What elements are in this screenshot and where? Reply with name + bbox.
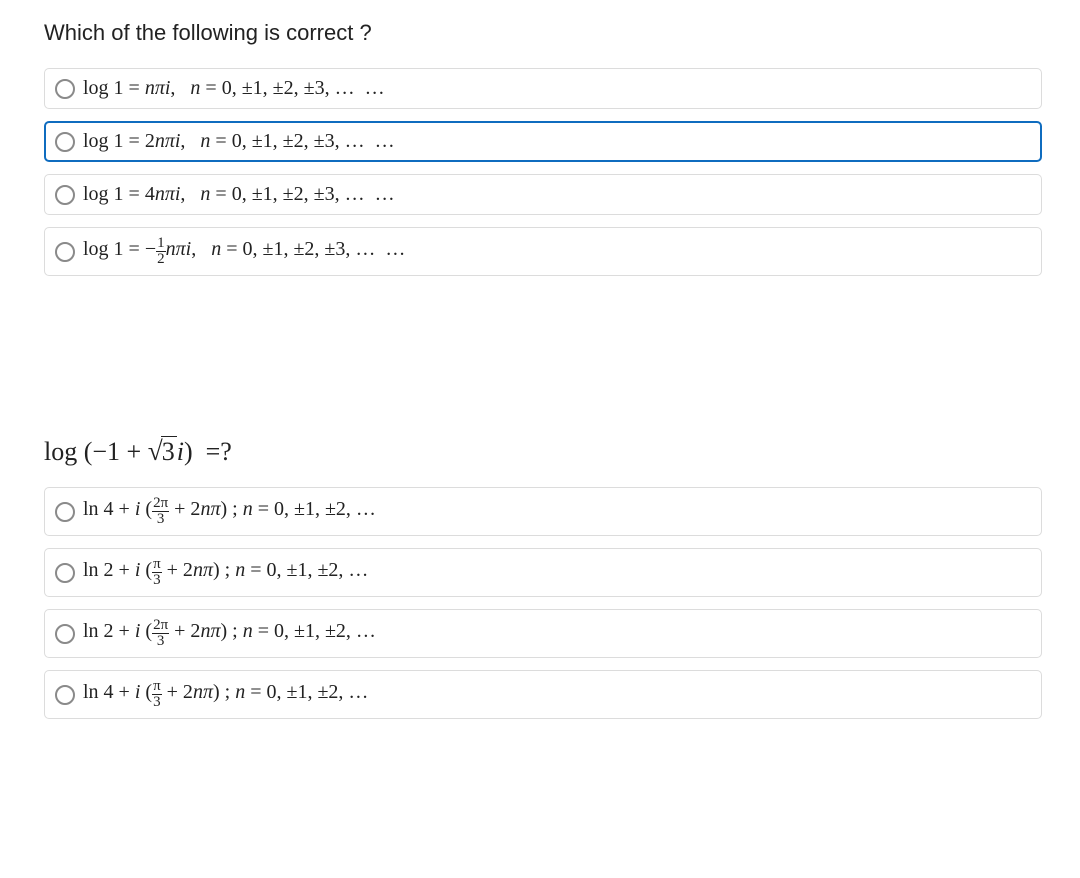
- question-2-options: ln 4 + i (2π3 + 2nπ) ; n = 0, ±1, ±2, … …: [44, 487, 1042, 719]
- q2-option-2[interactable]: ln 2 + i (π3 + 2nπ) ; n = 0, ±1, ±2, …: [44, 548, 1042, 597]
- radio-icon: [55, 185, 75, 205]
- radio-icon: [55, 624, 75, 644]
- q2-option-4[interactable]: ln 4 + i (π3 + 2nπ) ; n = 0, ±1, ±2, …: [44, 670, 1042, 719]
- q1-option-4[interactable]: log 1 = −12nπi, n = 0, ±1, ±2, ±3, … …: [44, 227, 1042, 276]
- question-1-prompt: Which of the following is correct ?: [44, 20, 1042, 46]
- question-1-options: log 1 = nπi, n = 0, ±1, ±2, ±3, … … log …: [44, 68, 1042, 276]
- q2-option-4-label: ln 4 + i (π3 + 2nπ) ; n = 0, ±1, ±2, …: [83, 679, 368, 710]
- q2-option-3-label: ln 2 + i (2π3 + 2nπ) ; n = 0, ±1, ±2, …: [83, 618, 376, 649]
- radio-icon: [55, 79, 75, 99]
- radio-icon: [55, 242, 75, 262]
- q2-option-1[interactable]: ln 4 + i (2π3 + 2nπ) ; n = 0, ±1, ±2, …: [44, 487, 1042, 536]
- question-2-prompt: log (−1 + √3i) =?: [44, 436, 1042, 467]
- q1-option-4-label: log 1 = −12nπi, n = 0, ±1, ±2, ±3, … …: [83, 236, 405, 267]
- radio-icon: [55, 685, 75, 705]
- q2-option-2-label: ln 2 + i (π3 + 2nπ) ; n = 0, ±1, ±2, …: [83, 557, 368, 588]
- q1-option-3-label: log 1 = 4nπi, n = 0, ±1, ±2, ±3, … …: [83, 183, 395, 206]
- q1-option-1-label: log 1 = nπi, n = 0, ±1, ±2, ±3, … …: [83, 77, 385, 100]
- q2-option-1-label: ln 4 + i (2π3 + 2nπ) ; n = 0, ±1, ±2, …: [83, 496, 376, 527]
- q1-option-2[interactable]: log 1 = 2nπi, n = 0, ±1, ±2, ±3, … …: [44, 121, 1042, 162]
- q1-option-1[interactable]: log 1 = nπi, n = 0, ±1, ±2, ±3, … …: [44, 68, 1042, 109]
- q2-option-3[interactable]: ln 2 + i (2π3 + 2nπ) ; n = 0, ±1, ±2, …: [44, 609, 1042, 658]
- radio-icon: [55, 132, 75, 152]
- page: Which of the following is correct ? log …: [0, 0, 1080, 719]
- radio-icon: [55, 563, 75, 583]
- q1-option-3[interactable]: log 1 = 4nπi, n = 0, ±1, ±2, ±3, … …: [44, 174, 1042, 215]
- q1-option-2-label: log 1 = 2nπi, n = 0, ±1, ±2, ±3, … …: [83, 130, 395, 153]
- radio-icon: [55, 502, 75, 522]
